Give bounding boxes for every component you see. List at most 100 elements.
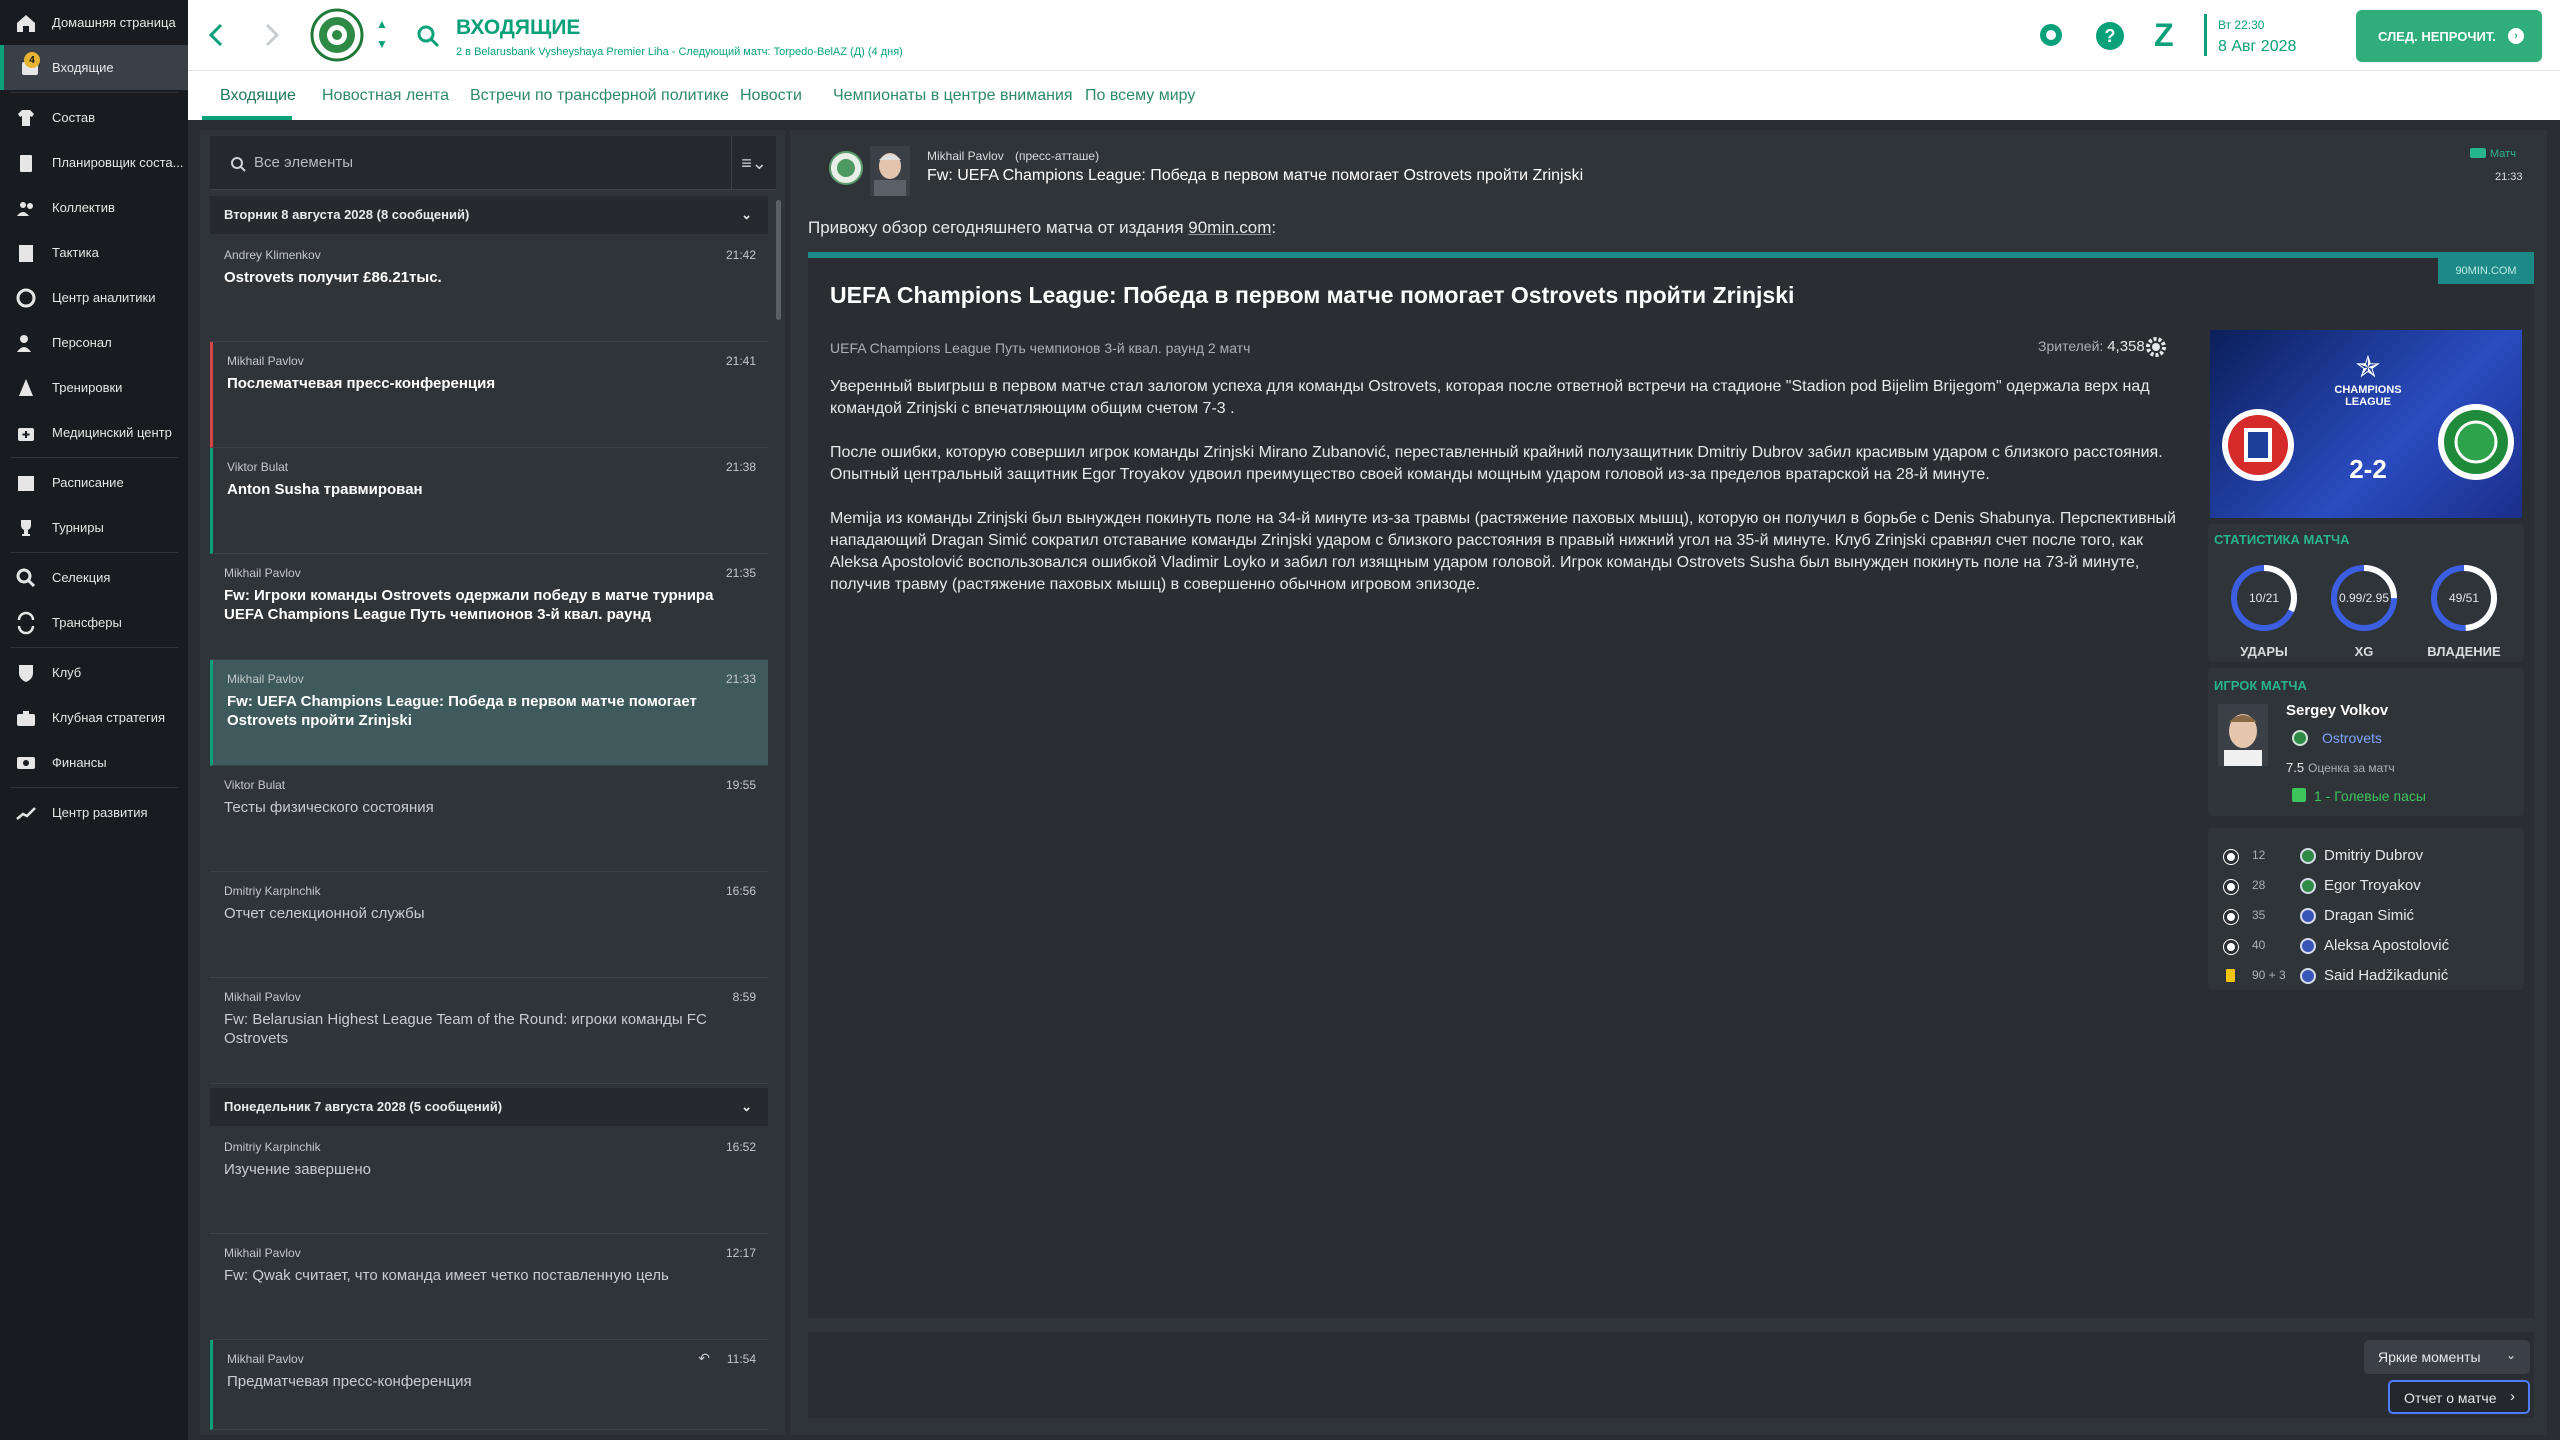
sidebar-item-13[interactable]: Трансферы (0, 600, 188, 645)
inbox-message[interactable]: Mikhail Pavlov 21:35 Fw: Игроки команды Os… (210, 554, 768, 660)
player-name[interactable]: Sergey Volkov (2286, 702, 2388, 719)
match-event-row[interactable]: 40 Aleksa Apostolović (2216, 934, 2516, 964)
match-event-row[interactable]: 12 Dmitriy Dubrov (2216, 844, 2516, 874)
sidebar-item-10[interactable]: Расписание (0, 460, 188, 505)
article-paragraph: После ошибки, которую совершил игрок ком… (830, 444, 2163, 483)
inbox-message[interactable]: Mikhail Pavlov 21:41 Послематчевая пресс-к… (210, 342, 768, 448)
goal-ball-icon (2224, 880, 2238, 894)
continue-label: СЛЕД. НЕПРОЧИТ. (2378, 29, 2496, 44)
continue-button[interactable]: СЛЕД. НЕПРОЧИТ. › (2356, 10, 2542, 62)
search-input[interactable]: Все элементы (254, 154, 353, 171)
sidebar-item-14[interactable]: Клуб (0, 650, 188, 695)
sidebar-item-11[interactable]: Турниры (0, 505, 188, 550)
event-minute: 12 (2252, 848, 2266, 862)
inbox-message[interactable]: Viktor Bulat 21:38 Anton Susha травмирован (210, 448, 768, 554)
sidebar-item-15[interactable]: Клубная стратегия (0, 695, 188, 740)
page-subtitle: 2 в Belarusbank Vysheyshaya Premier Liha… (456, 46, 903, 58)
inbox-message[interactable]: Mikhail Pavlov 12:17 Fw: Qwak считает, что… (210, 1234, 768, 1340)
message-subject: Anton Susha травмирован (227, 481, 423, 498)
inbox-message[interactable]: Mikhail Pavlov 11:54 Предматчевая пресс-ко… (210, 1340, 768, 1430)
inbox-search[interactable]: Все элементы ≡⌄ (210, 136, 776, 190)
match-event-row[interactable]: 28 Egor Troyakov (2216, 874, 2516, 904)
highlights-button[interactable]: Яркие моменты ⌄ (2364, 1340, 2530, 1374)
club-crest[interactable] (310, 8, 364, 62)
tab-2[interactable]: Встречи по трансферной политике (470, 71, 729, 121)
sidebar-item-17[interactable]: Центр развития (0, 790, 188, 835)
match-event-row[interactable]: 90 + 3 Said Hadžikadunić (2216, 964, 2516, 994)
inbox-group-header[interactable]: Вторник 8 августа 2028 (8 сообщений) ⌄ (210, 196, 768, 234)
forward-button[interactable] (256, 20, 286, 50)
event-player: Said Hadžikadunić (2324, 967, 2449, 984)
sidebar-item-label: Состав (52, 110, 96, 125)
event-minute: 28 (2252, 878, 2266, 892)
sidebar-item-7[interactable]: Персонал (0, 320, 188, 365)
tab-5[interactable]: По всему миру (1085, 71, 1195, 121)
stat-gauge[interactable]: 49/51 ВЛАДЕНИЕ (2427, 562, 2501, 659)
back-button[interactable] (202, 20, 232, 50)
club-switcher[interactable]: ▲ ▼ (374, 14, 390, 58)
tab-4[interactable]: Чемпионаты в центре внимания (833, 71, 1073, 121)
message-sender: Mikhail Pavlov (227, 672, 304, 686)
tab-0[interactable]: Входящие (220, 71, 296, 121)
inbox-message[interactable]: Dmitriy Karpinchik 16:52 Изучение завершен… (210, 1128, 768, 1234)
help-icon[interactable]: ? (2096, 22, 2124, 50)
game-date[interactable]: 8 Авг 2028 (2218, 38, 2296, 56)
stat-gauge[interactable]: 10/21 УДАРЫ (2228, 562, 2300, 659)
event-player: Dragan Simić (2324, 907, 2415, 924)
message-time: 21:41 (725, 354, 756, 368)
event-minute: 90 + 3 (2252, 968, 2286, 982)
source-badge: 90MIN.COM (2438, 258, 2534, 284)
tab-1[interactable]: Новостная лента (322, 71, 449, 121)
inbox-message[interactable]: Dmitriy Karpinchik 16:56 Отчет селекционно… (210, 872, 768, 978)
sidebar-item-8[interactable]: Тренировки (0, 365, 188, 410)
filter-button[interactable]: ≡⌄ (731, 136, 776, 190)
chevron-up-icon: ▲ (376, 17, 388, 31)
stat-value: 10/21 (2248, 591, 2280, 605)
player-club[interactable]: Ostrovets (2322, 730, 2382, 746)
team-crest-icon (2300, 938, 2316, 954)
intro-source-link[interactable]: 90min.com (1188, 218, 1271, 237)
sidebar-item-0[interactable]: Домашняя страница (0, 0, 188, 45)
match-score[interactable]: 2-2 (2318, 454, 2418, 485)
inbox-message[interactable]: Andrey Klimenkov 21:42 Ostrovets получит £… (210, 236, 768, 342)
inbox-message[interactable]: Mikhail Pavlov 21:33 Fw: UEFA Champions Le… (210, 660, 768, 766)
stat-gauge[interactable]: 0.99/2.95 XG (2328, 562, 2400, 659)
team-crest-icon (2300, 878, 2316, 894)
sidebar-item-6[interactable]: Центр аналитики (0, 275, 188, 320)
message-time: 21:42 (725, 248, 756, 262)
sidebar-item-2[interactable]: Состав (0, 95, 188, 140)
sidebar-item-1[interactable]: 4 Входящие (0, 45, 188, 90)
sidebar-item-12[interactable]: Селекция (0, 555, 188, 600)
inbox-message[interactable]: Viktor Bulat 19:55 Тесты физического состо… (210, 766, 768, 872)
sender-name[interactable]: Mikhail Pavlov (927, 149, 1004, 163)
sender-avatar[interactable] (870, 146, 910, 196)
inbox-scrollbar[interactable] (776, 200, 781, 320)
sidebar-item-16[interactable]: Финансы (0, 740, 188, 785)
search-icon[interactable] (416, 24, 440, 48)
match-report-button[interactable]: Отчет о матче › (2388, 1380, 2530, 1414)
sidebar-item-5[interactable]: Тактика (0, 230, 188, 275)
date-divider (2204, 14, 2207, 56)
sidebar-item-9[interactable]: Медицинский центр (0, 410, 188, 455)
sidebar-item-4[interactable]: Коллектив (0, 185, 188, 230)
arrow-circle-icon: › (2508, 28, 2524, 44)
player-avatar[interactable] (2218, 704, 2268, 766)
event-player: Aleksa Apostolović (2324, 937, 2450, 954)
tab-3[interactable]: Новости (740, 71, 802, 121)
message-subject: Послематчевая пресс-конференция (227, 375, 496, 392)
star-ball-icon: ✯ (2355, 351, 2381, 384)
fm-z-icon[interactable]: Z (2154, 18, 2174, 52)
chevron-down-icon: ⌄ (2506, 1348, 2517, 1362)
player-of-match-card: ИГРОК МАТЧА Sergey Volkov Ostrovets 7.5 … (2208, 668, 2524, 816)
sidebar-divider (10, 647, 178, 648)
calendar-icon (14, 471, 38, 495)
inbox-message[interactable]: Mikhail Pavlov 8:59 Fw: Belarusian Highest… (210, 978, 768, 1084)
fm-icon[interactable] (2038, 22, 2064, 48)
stadium-gear-icon[interactable] (2145, 336, 2167, 358)
message-subject: Fw: Игроки команды Ostrovets одержали по… (224, 587, 714, 623)
match-event-row[interactable]: 35 Dragan Simić (2216, 904, 2516, 934)
unread-badge: 4 (24, 52, 40, 68)
sidebar-item-3[interactable]: Планировщик соста... (0, 140, 188, 185)
inbox-group-header[interactable]: Понедельник 7 августа 2028 (5 сообщений)… (210, 1088, 768, 1126)
match-tag[interactable]: Матч (2470, 148, 2516, 160)
